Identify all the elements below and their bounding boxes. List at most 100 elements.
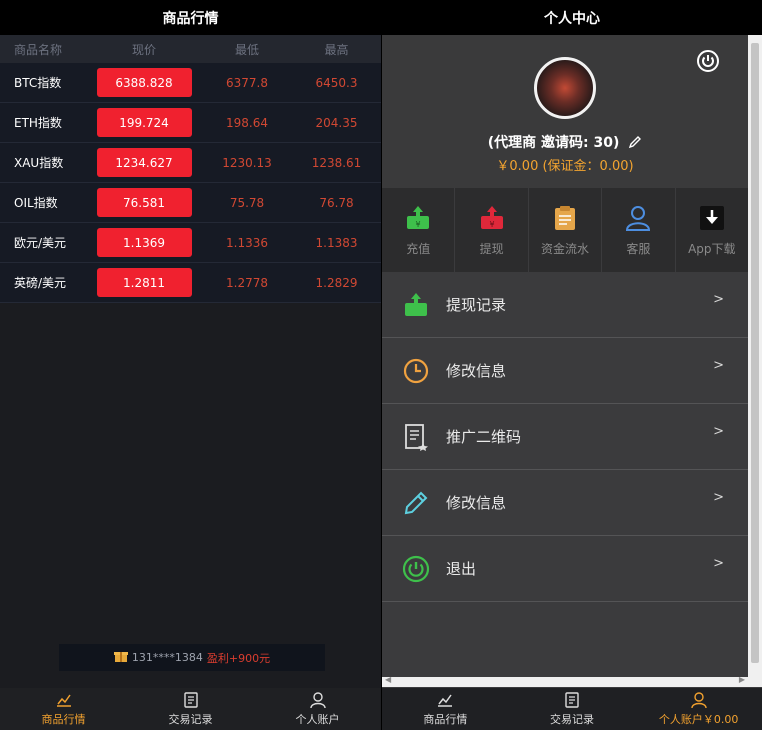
profit-ticker: 131****1384 盈利+900元 bbox=[59, 644, 325, 671]
svg-text:¥: ¥ bbox=[416, 220, 421, 229]
low-value: 1230.13 bbox=[222, 155, 272, 170]
withdraw-button[interactable]: ¥ 提现 bbox=[455, 188, 529, 272]
chart-icon bbox=[56, 694, 71, 707]
high-value: 1238.61 bbox=[311, 155, 362, 170]
menu-withdraw-records[interactable]: 提现记录 > bbox=[382, 272, 748, 338]
low-value: 1.2778 bbox=[226, 275, 268, 290]
customer-service-label: 客服 bbox=[626, 241, 651, 256]
page-title: 个人中心 bbox=[382, 0, 762, 35]
balance-text: ￥0.00 (保证金：0.00) bbox=[496, 159, 634, 174]
product-name: 欧元/美元 bbox=[14, 236, 67, 250]
table-row[interactable]: 欧元/美元 1.1369 1.1336 1.1383 bbox=[0, 223, 381, 263]
header-low: 最低 bbox=[234, 42, 259, 57]
profile-content: (代理商 邀请码: 30) ￥0.00 (保证金：0.00) ¥ 充值 ¥ 提现… bbox=[382, 35, 748, 685]
chevron-right-icon: > bbox=[713, 424, 724, 439]
gift-icon bbox=[113, 649, 128, 666]
nav-account-label: 个人账户￥0.00 bbox=[658, 713, 739, 726]
nav-market[interactable]: 商品行情 bbox=[0, 688, 127, 730]
menu-label: 提现记录 bbox=[446, 296, 507, 314]
nav-records-label: 交易记录 bbox=[168, 713, 213, 726]
menu-label: 修改信息 bbox=[446, 494, 507, 512]
chevron-right-icon: > bbox=[713, 490, 724, 505]
table-row[interactable]: XAU指数 1234.627 1230.13 1238.61 bbox=[0, 143, 381, 183]
app-download-label: App下载 bbox=[688, 241, 736, 256]
price-button[interactable]: 199.724 bbox=[96, 108, 192, 137]
menu-edit-info-2[interactable]: 修改信息 > bbox=[382, 470, 748, 536]
high-value: 6450.3 bbox=[315, 75, 358, 90]
table-row[interactable]: BTC指数 6388.828 6377.8 6450.3 bbox=[0, 63, 381, 103]
user-icon bbox=[690, 692, 707, 709]
low-value: 75.78 bbox=[229, 195, 265, 210]
high-value: 76.78 bbox=[319, 195, 354, 210]
page-title: 商品行情 bbox=[0, 0, 381, 35]
header-price: 现价 bbox=[131, 42, 156, 57]
price-button[interactable]: 1234.627 bbox=[96, 148, 192, 177]
nav-records-label: 交易记录 bbox=[550, 713, 594, 726]
table-row[interactable]: OIL指数 76.581 75.78 76.78 bbox=[0, 183, 381, 223]
nav-market[interactable]: 商品行情 bbox=[382, 688, 509, 730]
withdraw-record-icon bbox=[405, 292, 427, 316]
withdraw-icon: ¥ bbox=[480, 205, 503, 229]
low-value: 6377.8 bbox=[226, 75, 268, 90]
user-icon bbox=[309, 692, 326, 709]
price-button[interactable]: 1.1369 bbox=[96, 228, 192, 257]
product-name: BTC指数 bbox=[14, 76, 62, 90]
header-high: 最高 bbox=[324, 42, 349, 57]
withdraw-label: 提现 bbox=[479, 241, 504, 256]
person-icon bbox=[626, 205, 651, 231]
low-value: 198.64 bbox=[226, 115, 268, 130]
nav-account-label: 个人账户 bbox=[295, 713, 340, 726]
bottom-nav: 商品行情 交易记录 个人账户￥0.00 bbox=[382, 688, 762, 730]
menu-logout[interactable]: 退出 > bbox=[382, 536, 748, 602]
price-button[interactable]: 1.2811 bbox=[96, 268, 192, 297]
clipboard-icon bbox=[555, 205, 576, 230]
product-name: ETH指数 bbox=[14, 116, 62, 130]
edit-icon[interactable] bbox=[628, 135, 642, 149]
document-icon bbox=[565, 692, 579, 708]
table-header: 商品名称 现价 最低 最高 bbox=[0, 35, 381, 63]
avatar[interactable] bbox=[534, 57, 596, 119]
scroll-left-icon[interactable]: ◀ bbox=[385, 675, 391, 684]
product-name: 英磅/美元 bbox=[14, 276, 67, 290]
nav-account[interactable]: 个人账户 bbox=[254, 688, 381, 730]
nav-records[interactable]: 交易记录 bbox=[127, 688, 254, 730]
menu-qrcode[interactable]: 推广二维码 > bbox=[382, 404, 748, 470]
table-row[interactable]: 英磅/美元 1.2811 1.2778 1.2829 bbox=[0, 263, 381, 303]
app-download-button[interactable]: App下载 bbox=[676, 188, 748, 272]
bottom-nav: 商品行情 交易记录 个人账户 bbox=[0, 688, 381, 730]
pencil-icon bbox=[404, 491, 428, 514]
chevron-right-icon: > bbox=[713, 556, 724, 571]
fund-flow-button[interactable]: 资金流水 bbox=[529, 188, 603, 272]
scroll-right-icon[interactable]: ▶ bbox=[739, 675, 745, 684]
scrollbar-thumb[interactable] bbox=[751, 43, 759, 663]
header-name: 商品名称 bbox=[14, 42, 63, 57]
price-button[interactable]: 6388.828 bbox=[96, 68, 192, 97]
power-icon[interactable] bbox=[696, 49, 720, 73]
menu-label: 退出 bbox=[446, 560, 477, 578]
fund-flow-label: 资金流水 bbox=[541, 241, 590, 256]
nav-records[interactable]: 交易记录 bbox=[509, 688, 636, 730]
horizontal-scrollbar[interactable]: ◀ ▶ bbox=[382, 675, 748, 687]
profile-name: (代理商 邀请码: 30) bbox=[487, 135, 620, 151]
menu-label: 修改信息 bbox=[446, 362, 507, 380]
download-icon bbox=[699, 205, 724, 230]
chevron-right-icon: > bbox=[713, 358, 724, 373]
power-icon bbox=[402, 555, 430, 582]
vertical-scrollbar[interactable] bbox=[748, 35, 762, 687]
nav-account[interactable]: 个人账户￥0.00 bbox=[635, 688, 762, 730]
menu-edit-info[interactable]: 修改信息 > bbox=[382, 338, 748, 404]
profile-header: (代理商 邀请码: 30) ￥0.00 (保证金：0.00) bbox=[382, 35, 748, 188]
profile-name-row: (代理商 邀请码: 30) bbox=[382, 132, 748, 152]
ticker-gain: 盈利+900元 bbox=[206, 651, 271, 665]
recharge-label: 充值 bbox=[406, 241, 431, 256]
high-value: 204.35 bbox=[315, 115, 358, 130]
customer-service-button[interactable]: 客服 bbox=[602, 188, 676, 272]
product-name: OIL指数 bbox=[14, 196, 58, 210]
price-button[interactable]: 76.581 bbox=[96, 188, 192, 217]
recharge-button[interactable]: ¥ 充值 bbox=[382, 188, 456, 272]
market-panel: 商品行情 商品名称 现价 最低 最高 BTC指数 6388.828 6377.8… bbox=[0, 0, 381, 730]
nav-market-label: 商品行情 bbox=[423, 713, 468, 726]
document-icon bbox=[183, 692, 198, 708]
table-row[interactable]: ETH指数 199.724 198.64 204.35 bbox=[0, 103, 381, 143]
chevron-right-icon: > bbox=[713, 292, 724, 307]
